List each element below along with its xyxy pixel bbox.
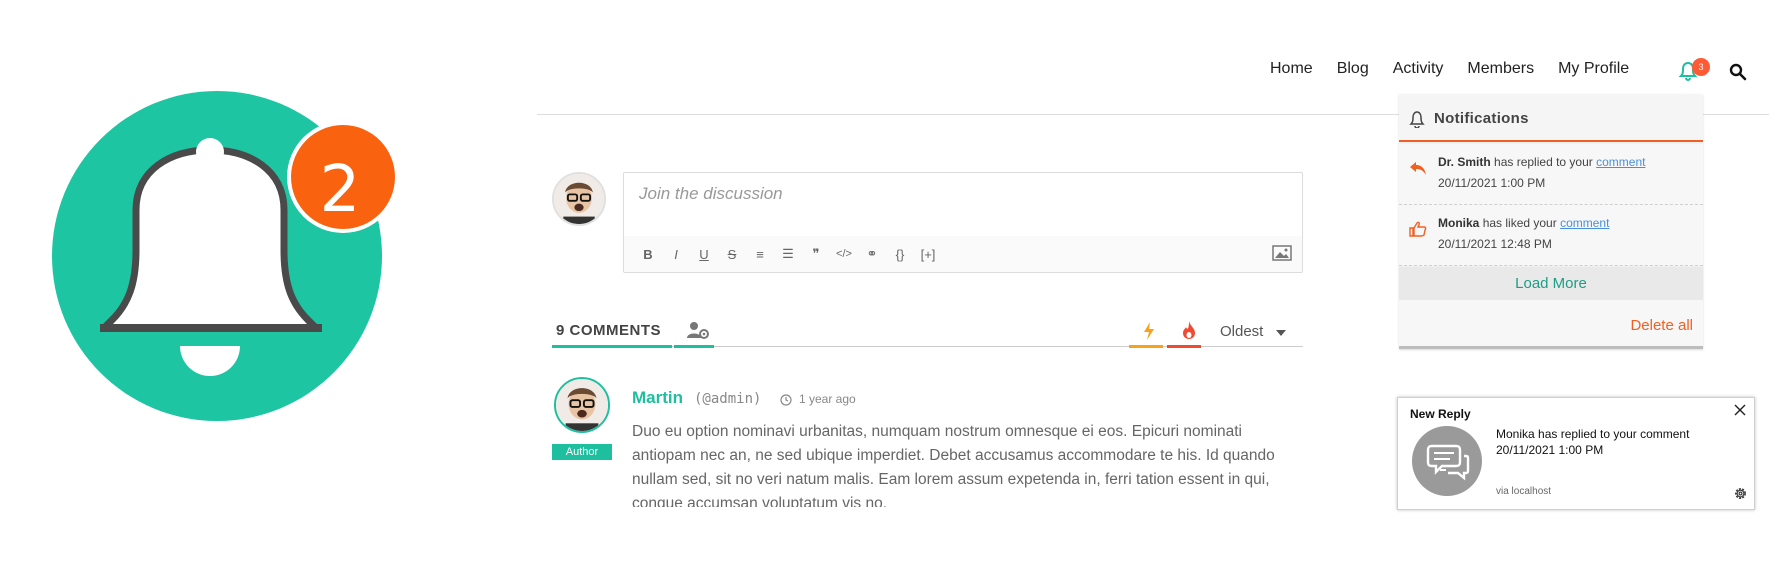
- notification-date: 20/11/2021 1:00 PM: [1438, 176, 1546, 190]
- notification-item[interactable]: Dr. Smith has replied to your comment 20…: [1399, 144, 1703, 205]
- notification-link[interactable]: comment: [1560, 216, 1609, 230]
- search-icon[interactable]: [1729, 63, 1747, 81]
- nav-activity[interactable]: Activity: [1393, 60, 1444, 78]
- bell-icon: [1409, 110, 1425, 129]
- reply-toast[interactable]: New Reply Monika has replied to your com…: [1397, 397, 1755, 510]
- source-code-button[interactable]: {}: [886, 247, 914, 262]
- toast-title: New Reply: [1410, 407, 1471, 421]
- underline-button[interactable]: U: [690, 247, 718, 262]
- avatar: [552, 172, 606, 226]
- tab-underline-active: [552, 345, 672, 348]
- comment-editor[interactable]: Join the discussion B I U S ≡ ☰ ❞ </> ⚭ …: [623, 172, 1303, 273]
- gear-icon[interactable]: [1733, 486, 1748, 501]
- comments-header: 9 COMMENTS Oldest: [552, 320, 1303, 348]
- toast-message: Monika has replied to your comment 20/11…: [1496, 426, 1689, 458]
- close-icon[interactable]: [1733, 403, 1747, 417]
- clock-icon: [780, 393, 792, 406]
- notifications-header: Notifications: [1399, 94, 1703, 142]
- notifications-title: Notifications: [1434, 110, 1529, 127]
- notification-action: has liked your: [1482, 216, 1557, 230]
- comment-input[interactable]: Join the discussion: [639, 184, 783, 204]
- notifications-dropdown: Notifications Dr. Smith has replied to y…: [1399, 94, 1703, 349]
- notification-user[interactable]: Dr. Smith: [1438, 155, 1491, 169]
- bell-icon: [52, 91, 399, 421]
- italic-button[interactable]: I: [662, 247, 690, 262]
- toast-message-text: Monika has replied to your comment: [1496, 427, 1690, 441]
- comment-time: 1 year ago: [799, 392, 856, 406]
- bolt-icon[interactable]: [1142, 321, 1156, 341]
- image-icon[interactable]: [1272, 245, 1292, 261]
- blockquote-button[interactable]: ❞: [802, 246, 830, 262]
- unordered-list-button[interactable]: ☰: [774, 246, 802, 262]
- toast-source: via localhost: [1496, 486, 1552, 497]
- chevron-down-icon[interactable]: [1276, 330, 1286, 336]
- comment-body: Duo eu option nominavi urbanitas, numqua…: [632, 423, 1275, 507]
- notification-item[interactable]: Monika has liked your comment 20/11/2021…: [1399, 205, 1703, 266]
- spoiler-button[interactable]: [+]: [914, 247, 942, 262]
- notification-text: Dr. Smith has replied to your comment: [1438, 155, 1645, 169]
- load-more-button[interactable]: Load More: [1399, 267, 1703, 300]
- author-badge: Author: [552, 444, 612, 460]
- notification-link[interactable]: comment: [1596, 155, 1645, 169]
- nav-home[interactable]: Home: [1270, 60, 1313, 78]
- notifications-footer: Delete all: [1399, 300, 1703, 349]
- bell-logo: [40, 90, 440, 490]
- code-button[interactable]: </>: [830, 248, 858, 260]
- sort-dropdown[interactable]: Oldest: [1220, 323, 1263, 340]
- notification-text: Monika has liked your comment: [1438, 216, 1609, 230]
- editor-toolbar: B I U S ≡ ☰ ❞ </> ⚭ {} [+]: [624, 236, 1302, 272]
- thumbs-up-icon: [1409, 221, 1427, 237]
- newest-tab-underline: [1129, 345, 1163, 348]
- comment-avatar: [554, 377, 610, 433]
- nav-blog[interactable]: Blog: [1337, 60, 1369, 78]
- comments-count: 9 COMMENTS: [556, 322, 662, 339]
- subscribe-icon[interactable]: [685, 320, 711, 340]
- main-nav: Home Blog Activity Members My Profile: [1270, 60, 1653, 78]
- flame-icon[interactable]: [1181, 320, 1197, 340]
- ordered-list-button[interactable]: ≡: [746, 247, 774, 262]
- tab-underline-subscribe: [674, 345, 714, 348]
- notification-action: has replied to your: [1494, 155, 1593, 169]
- reply-icon: [1409, 160, 1427, 176]
- hottest-tab-underline: [1167, 345, 1201, 348]
- nav-my-profile[interactable]: My Profile: [1558, 60, 1629, 78]
- toast-date: 20/11/2021 1:00 PM: [1496, 443, 1604, 457]
- chat-bubbles-icon: [1412, 426, 1482, 496]
- link-button[interactable]: ⚭: [858, 246, 886, 262]
- strikethrough-button[interactable]: S: [718, 247, 746, 262]
- nav-members[interactable]: Members: [1467, 60, 1534, 78]
- notification-user[interactable]: Monika: [1438, 216, 1479, 230]
- comment-author[interactable]: Martin: [632, 388, 683, 408]
- notification-date: 20/11/2021 12:48 PM: [1438, 237, 1552, 251]
- comment-handle: (@admin): [694, 391, 762, 407]
- notification-count-badge: 3: [1692, 58, 1710, 76]
- delete-all-button[interactable]: Delete all: [1630, 317, 1693, 334]
- logo-badge-count: 2: [319, 153, 361, 227]
- bold-button[interactable]: B: [634, 247, 662, 262]
